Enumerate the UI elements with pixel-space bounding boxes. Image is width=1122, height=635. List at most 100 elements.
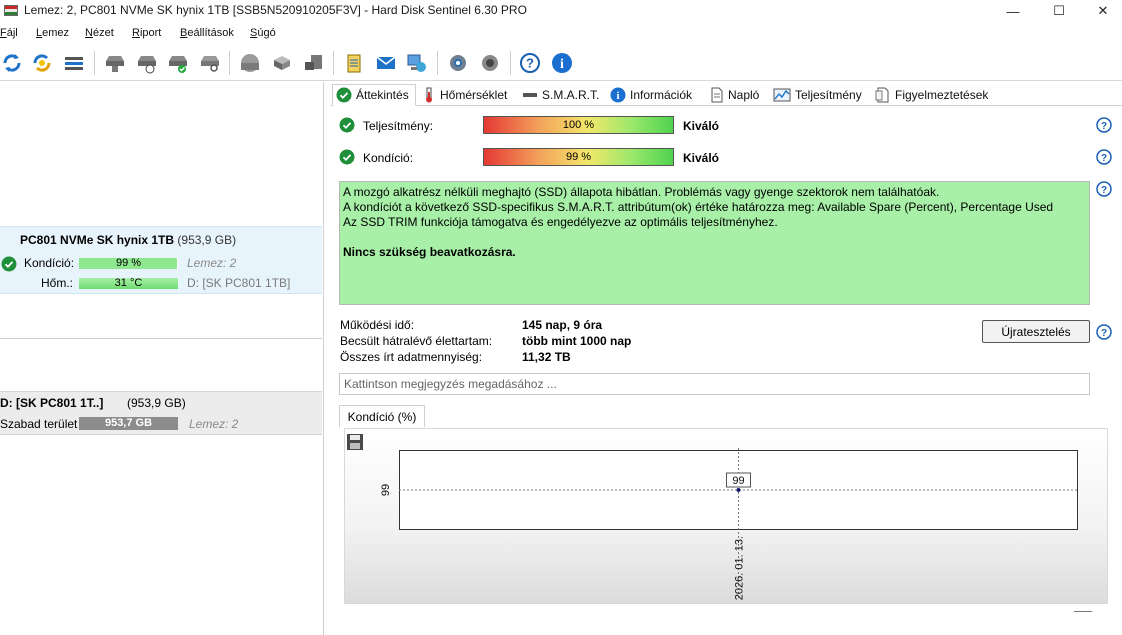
app-logo-icon xyxy=(4,5,18,16)
check-icon xyxy=(336,87,352,103)
health-bar: 99 % xyxy=(79,258,178,269)
drive-copy-icon[interactable] xyxy=(270,51,294,75)
help-icon[interactable]: ? xyxy=(518,51,542,75)
performance-bar: 100 % xyxy=(483,116,674,134)
help-icon[interactable]: ? xyxy=(1096,149,1112,165)
thermometer-icon xyxy=(426,87,432,103)
y-tick-label: 99 xyxy=(380,484,392,496)
disk-check-icon[interactable] xyxy=(166,51,190,75)
partition-name: D: [SK PC801 1T..] xyxy=(0,396,104,410)
svg-text:?: ? xyxy=(1101,185,1107,196)
maximize-button[interactable]: ☐ xyxy=(1036,0,1082,22)
disk-number: Lemez: 2 xyxy=(187,256,237,270)
health-label: Kondíció: xyxy=(24,256,75,270)
help-icon[interactable]: ? xyxy=(1096,181,1112,197)
data-label: 99 xyxy=(732,475,744,487)
tab-temperature[interactable]: Hőmérséklet xyxy=(422,84,507,106)
partition-entry[interactable]: D: [SK PC801 1T..] (953,9 GB) Szabad ter… xyxy=(0,391,322,435)
menu-report[interactable]: Riport xyxy=(132,27,161,39)
disk-name: PC801 NVMe SK hynix 1TB (953,9 GB) xyxy=(20,233,237,247)
tab-smart[interactable]: S.M.A.R.T. xyxy=(522,84,599,106)
svg-text:?: ? xyxy=(526,56,534,71)
log-icon xyxy=(711,87,723,103)
chart-tab-health[interactable]: Kondíció (%) xyxy=(339,405,425,427)
tab-log[interactable]: Napló xyxy=(710,84,759,106)
disk-icon[interactable] xyxy=(103,51,127,75)
health-bar: 99 % xyxy=(483,148,674,166)
x-tick-label: 2026. 01. 13. xyxy=(734,536,746,600)
retest-button[interactable]: Újratesztelés xyxy=(982,320,1090,343)
toolbar: ? i xyxy=(0,45,1122,81)
free-space-bar: 953,7 GB xyxy=(79,417,178,430)
network-icon[interactable] xyxy=(405,51,429,75)
disk-partition-ref: D: [SK PC801 1TB] xyxy=(187,276,291,290)
description-line: Az SSD TRIM funkciója támogatva és enged… xyxy=(343,215,778,229)
info-icon: i xyxy=(610,87,626,103)
tab-overview[interactable]: Áttekintés xyxy=(332,84,416,106)
written-label: Összes írt adatmennyiség: xyxy=(340,350,483,364)
svg-text:?: ? xyxy=(1101,121,1107,132)
menu-view[interactable]: Nézet xyxy=(85,27,114,39)
recommendation-text: Nincs szükség beavatkozásra. xyxy=(343,245,516,259)
free-space-label: Szabad terület xyxy=(0,417,78,431)
smart-icon xyxy=(523,93,537,97)
notepad-icon[interactable] xyxy=(342,51,366,75)
menu-settings[interactable]: Beállítások xyxy=(180,27,234,39)
hdd-icon[interactable] xyxy=(238,51,262,75)
performance-check-icon xyxy=(339,117,355,133)
partition-disk-number: Lemez: 2 xyxy=(189,417,239,431)
uptime-label: Működési idő: xyxy=(340,318,415,332)
menu-help[interactable]: Súgó xyxy=(250,27,276,39)
description-line: A kondíciót a következő SSD-specifikus S… xyxy=(343,200,1054,214)
refresh-all-icon[interactable] xyxy=(30,51,54,75)
description-line: A mozgó alkatrész nélküli meghajtó (SSD)… xyxy=(343,185,940,199)
divider xyxy=(0,338,322,339)
disk-clock-icon[interactable] xyxy=(135,51,159,75)
svg-text:i: i xyxy=(616,90,619,102)
tab-alerts[interactable]: Figyelmeztetések xyxy=(875,84,988,106)
svg-text:?: ? xyxy=(1101,328,1107,339)
chart-icon xyxy=(773,88,791,102)
lifetime-value: több mint 1000 nap xyxy=(522,334,632,348)
alert-icon xyxy=(875,87,889,103)
gear-icon[interactable] xyxy=(446,51,470,75)
health-label: Kondíció: xyxy=(363,151,414,165)
data-point xyxy=(736,488,741,492)
sound-icon[interactable] xyxy=(478,51,502,75)
tab-information[interactable]: i Információk xyxy=(610,84,692,106)
performance-label: Teljesítmény: xyxy=(363,119,434,133)
menu-file[interactable]: Fájl xyxy=(0,27,18,39)
tab-bar: Áttekintés Hőmérséklet S.M.A.R.T. i Info… xyxy=(330,84,1122,106)
close-button[interactable]: ✕ xyxy=(1080,0,1122,22)
refresh-icon[interactable] xyxy=(0,51,24,75)
lifetime-label: Becsült hátralévő élettartam: xyxy=(340,334,493,348)
disk-list-icon[interactable] xyxy=(62,51,86,75)
status-description: A mozgó alkatrész nélküli meghajtó (SSD)… xyxy=(339,181,1090,305)
disk-entry[interactable]: PC801 NVMe SK hynix 1TB (953,9 GB) Kondí… xyxy=(0,226,322,294)
tab-performance[interactable]: Teljesítmény xyxy=(773,84,862,106)
help-icon[interactable]: ? xyxy=(1096,117,1112,133)
title-bar: Lemez: 2, PC801 NVMe SK hynix 1TB [SSB5N… xyxy=(0,0,1122,22)
check-icon xyxy=(1,256,17,272)
chart-scroll-handle[interactable] xyxy=(1074,611,1092,612)
menu-disk[interactable]: Lemez xyxy=(36,27,69,39)
written-value: 11,32 TB xyxy=(522,350,571,364)
partition-size: (953,9 GB) xyxy=(127,396,186,410)
menu-bar: Fájl Lemez Nézet Riport Beállítások Súgó xyxy=(0,25,1122,43)
performance-rating: Kiváló xyxy=(683,119,720,133)
health-chart: 99 99 2026. 01. 13. xyxy=(380,448,1078,600)
help-icon[interactable]: ? xyxy=(1096,324,1112,340)
svg-text:i: i xyxy=(560,57,564,72)
svg-text:?: ? xyxy=(1101,153,1107,164)
minimize-button[interactable]: — xyxy=(990,0,1036,22)
drive-eject-icon[interactable] xyxy=(301,51,325,75)
temperature-label: Hőm.: xyxy=(41,276,74,290)
uptime-value: 145 nap, 9 óra xyxy=(522,318,603,332)
disk-search-icon[interactable] xyxy=(198,51,222,75)
info-icon[interactable]: i xyxy=(550,51,574,75)
note-input[interactable] xyxy=(339,373,1090,395)
disk-list-panel: PC801 NVMe SK hynix 1TB (953,9 GB) Kondí… xyxy=(0,82,324,635)
window-title: Lemez: 2, PC801 NVMe SK hynix 1TB [SSB5N… xyxy=(24,3,527,17)
mail-icon[interactable] xyxy=(374,51,398,75)
temperature-bar: 31 °C xyxy=(79,278,178,289)
